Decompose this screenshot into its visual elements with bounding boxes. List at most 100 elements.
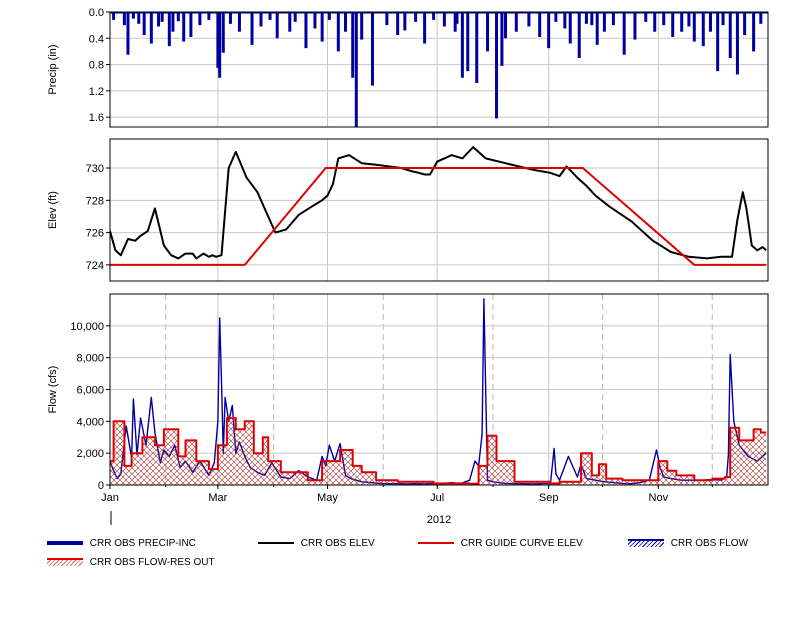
precip-bar bbox=[344, 12, 348, 32]
y-tick-label: 2,000 bbox=[76, 448, 104, 460]
precip-bar bbox=[259, 12, 263, 27]
precip-bar bbox=[189, 12, 193, 37]
legend-label-guide: CRR GUIDE CURVE ELEV bbox=[460, 538, 583, 549]
precip-bar bbox=[122, 12, 126, 26]
precip-bar bbox=[396, 12, 400, 35]
legend-swatch-flow bbox=[628, 539, 664, 548]
precip-bar bbox=[716, 12, 720, 72]
precip-bar bbox=[221, 12, 225, 53]
precip-bar bbox=[752, 12, 756, 52]
legend-item-guide: CRR GUIDE CURVE ELEV bbox=[418, 537, 583, 551]
precip-bar bbox=[622, 12, 626, 55]
x-tick-label: Sep bbox=[539, 492, 559, 504]
x-tick-label: Jul bbox=[430, 492, 444, 504]
plot-area bbox=[110, 12, 768, 127]
precip-bar bbox=[595, 12, 599, 45]
legend: CRR OBS PRECIP-INC CRR OBS ELEV CRR GUID… bbox=[40, 534, 780, 574]
precip-bar bbox=[360, 12, 364, 40]
precip-bar bbox=[137, 12, 141, 24]
legend-label-flow: CRR OBS FLOW bbox=[670, 538, 749, 549]
precip-bar bbox=[735, 12, 739, 75]
y-tick-label: 724 bbox=[86, 260, 104, 272]
x-tick-label: Nov bbox=[649, 492, 669, 504]
precip-bar bbox=[423, 12, 427, 44]
precip-bar bbox=[728, 12, 732, 58]
legend-label-precip: CRR OBS PRECIP-INC bbox=[89, 538, 196, 549]
precip-bar bbox=[701, 12, 705, 47]
y-tick-label: 0.8 bbox=[89, 60, 104, 72]
x-tick-label: Jan bbox=[101, 492, 119, 504]
y-tick-label: 6,000 bbox=[76, 385, 104, 397]
precip-bar bbox=[126, 12, 130, 55]
precip-bar bbox=[167, 12, 171, 47]
precip-panel: 0.0 0.4 0.8 1.2 1.6 Precip (in) bbox=[47, 7, 769, 128]
year-label-group: 2012 bbox=[110, 511, 451, 526]
precip-bar bbox=[577, 12, 581, 58]
precip-bar bbox=[547, 12, 551, 49]
precip-bar bbox=[171, 12, 175, 32]
precip-bar bbox=[514, 12, 518, 32]
precip-bar bbox=[475, 12, 479, 83]
legend-swatch-guide bbox=[418, 542, 454, 545]
precip-bar bbox=[354, 12, 358, 127]
precip-bar bbox=[500, 12, 504, 66]
precip-bar bbox=[275, 12, 279, 39]
y-tick-label: 726 bbox=[86, 228, 104, 240]
precip-bar bbox=[336, 12, 340, 52]
legend-item-resout: CRR OBS FLOW-RES OUT bbox=[47, 556, 215, 570]
precip-bar bbox=[403, 12, 407, 31]
precip-bar bbox=[198, 12, 202, 26]
y-tick-label: 10,000 bbox=[70, 321, 104, 333]
legend-label-resout: CRR OBS FLOW-RES OUT bbox=[89, 557, 215, 568]
precip-bar bbox=[142, 12, 146, 35]
precip-bar bbox=[692, 12, 696, 42]
precip-bar bbox=[584, 12, 588, 24]
y-axis-title: Precip (in) bbox=[47, 44, 59, 94]
precip-bar bbox=[687, 12, 691, 27]
precip-bar bbox=[320, 12, 324, 42]
elevation-panel: 724 726 728 730 Elev (ft) bbox=[47, 138, 769, 282]
precip-bar bbox=[304, 12, 308, 49]
precip-bar bbox=[218, 12, 222, 78]
precip-bar bbox=[460, 12, 464, 78]
precip-bar bbox=[602, 12, 606, 32]
hydrograph-figure: 0.0 0.4 0.8 1.2 1.6 Precip (in) 724 726 728 730 E… bbox=[47, 7, 769, 526]
precip-bar bbox=[182, 12, 186, 42]
legend-label-elev: CRR OBS ELEV bbox=[300, 538, 375, 549]
precip-bar bbox=[568, 12, 572, 44]
precip-bar bbox=[527, 12, 531, 27]
legend-swatch-elev bbox=[258, 542, 294, 545]
precip-bar bbox=[466, 12, 470, 72]
precip-bar bbox=[759, 12, 763, 24]
y-tick-label: 1.6 bbox=[89, 112, 104, 124]
precip-bar bbox=[633, 12, 637, 40]
legend-item-flow: CRR OBS FLOW bbox=[628, 537, 748, 551]
flow-panel: 0 2,000 4,000 6,000 8,000 10,000 Flow (cfs) Jan… bbox=[47, 293, 769, 504]
precip-bar bbox=[743, 12, 747, 35]
precip-bar bbox=[495, 12, 499, 119]
precip-bar bbox=[228, 12, 232, 24]
y-tick-label: 0 bbox=[98, 480, 104, 492]
legend-item-elev: CRR OBS ELEV bbox=[258, 537, 375, 551]
y-tick-label: 728 bbox=[86, 195, 104, 207]
precip-bar bbox=[385, 12, 389, 26]
precip-bar bbox=[250, 12, 254, 45]
precip-bar bbox=[538, 12, 542, 37]
legend-swatch-resout bbox=[47, 558, 83, 567]
precip-bar bbox=[157, 12, 161, 27]
precip-bar bbox=[662, 12, 666, 26]
y-tick-label: 730 bbox=[86, 163, 104, 175]
precip-bar bbox=[370, 12, 374, 86]
legend-item-precip: CRR OBS PRECIP-INC bbox=[47, 537, 196, 551]
y-axis-title: Elev (ft) bbox=[47, 191, 59, 229]
precip-bar bbox=[708, 12, 712, 32]
y-tick-label: 1.2 bbox=[89, 86, 104, 98]
precip-bar bbox=[721, 12, 725, 26]
precip-bar bbox=[671, 12, 675, 37]
year-label: 2012 bbox=[427, 514, 451, 526]
precip-bar bbox=[486, 12, 490, 52]
y-tick-label: 4,000 bbox=[76, 416, 104, 428]
precip-bar bbox=[288, 12, 292, 32]
precip-bar bbox=[563, 12, 567, 29]
precip-bar bbox=[611, 12, 615, 26]
